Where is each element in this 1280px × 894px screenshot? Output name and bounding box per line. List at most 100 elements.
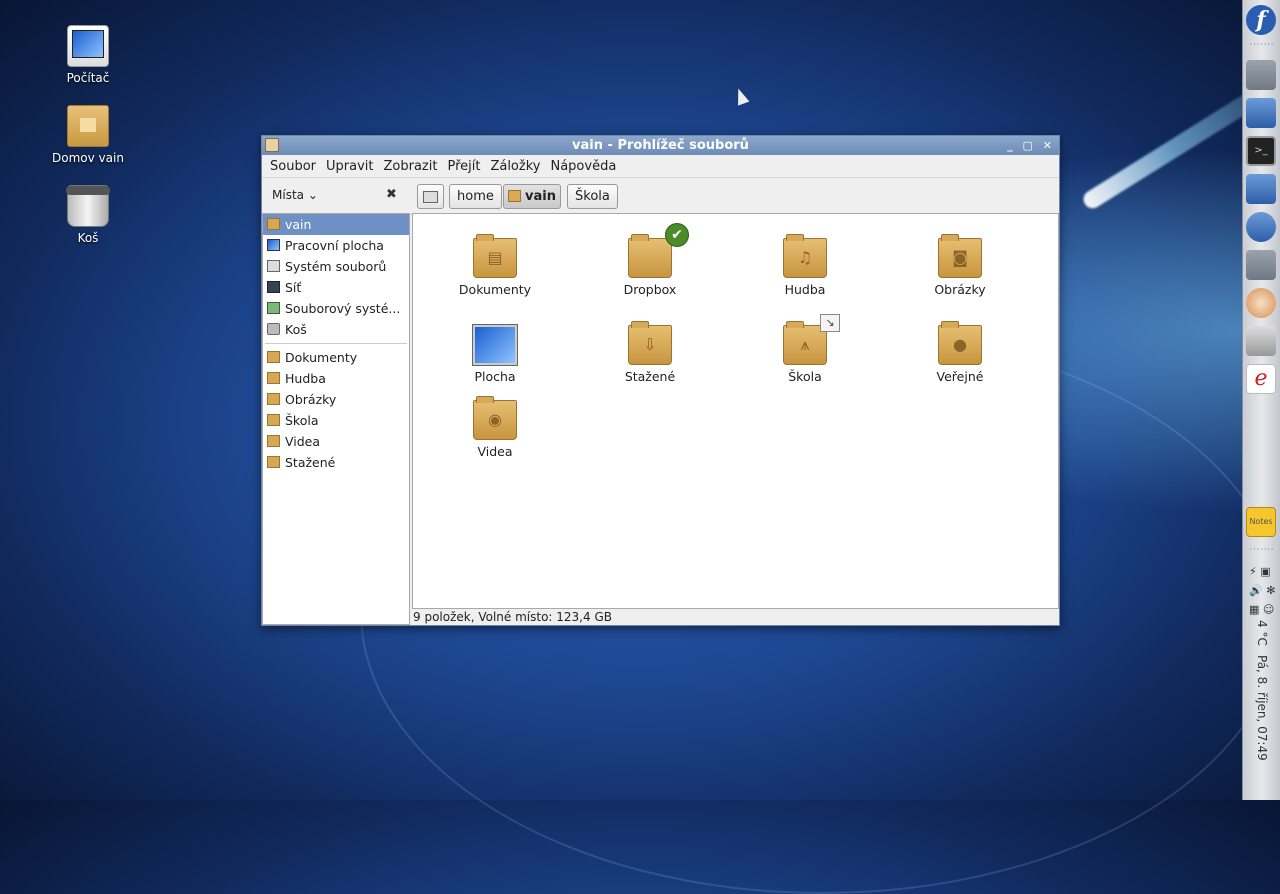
chevron-down-icon: ⌄ [307, 188, 318, 202]
sidebar-item-stazene[interactable]: Stažené [263, 452, 409, 473]
school-folder-icon: ⩚ ↘ [783, 314, 840, 365]
file-name: Škola [788, 369, 822, 384]
file-view[interactable]: ▤ Dokumenty ✔ Dropbox ♫ Hudba ◙ Obrázky … [412, 213, 1059, 609]
file-name: Videa [477, 444, 513, 459]
file-item-videa[interactable]: ◉ Videa [435, 396, 555, 459]
window-controls[interactable]: _ ▢ ✕ [1007, 136, 1055, 155]
sidebar-item-desktop[interactable]: Pracovní plocha [263, 235, 409, 256]
file-item-dokumenty[interactable]: ▤ Dokumenty [435, 234, 555, 297]
panel-handle: ······· [1249, 545, 1275, 554]
email-client-icon[interactable]: e [1246, 364, 1276, 394]
folder-icon [267, 351, 280, 363]
close-sidebar-icon[interactable]: ✖ [386, 187, 397, 202]
sidebar-item-label: Síť [285, 280, 302, 295]
menu-upravit[interactable]: Upravit [321, 159, 378, 174]
sidebar-item-obrazky[interactable]: Obrázky [263, 389, 409, 410]
menu-prejit[interactable]: Přejít [442, 159, 485, 174]
calculator-icon[interactable] [1246, 326, 1276, 356]
sidebar-item-trash[interactable]: Koš [263, 319, 409, 340]
file-name: Dokumenty [458, 282, 532, 297]
public-folder-icon: ● [938, 321, 982, 365]
file-item-plocha[interactable]: Plocha [435, 324, 555, 384]
sidebar-item-network[interactable]: Síť [263, 277, 409, 298]
browser-icon[interactable] [1246, 212, 1276, 242]
sidebar-item-label: Hudba [285, 371, 326, 386]
sidebar-item-label: Videa [285, 434, 321, 449]
folder-icon [267, 435, 280, 447]
text-editor-icon[interactable] [1246, 250, 1276, 280]
sidebar-item-label: Koš [285, 322, 307, 337]
desktop-icon-label: Počítač [66, 71, 110, 85]
file-item-verejne[interactable]: ● Veřejné [900, 321, 1020, 384]
file-name: Hudba [784, 282, 826, 297]
drive-icon [267, 260, 280, 272]
sidebar-item-label: Souborový systé... [285, 301, 401, 316]
clock[interactable]: Pá, 8. říjen, 07:49 [1255, 655, 1269, 761]
sidebar-item-dokumenty[interactable]: Dokumenty [263, 347, 409, 368]
desktop-icon-trash[interactable]: Koš [38, 185, 138, 245]
file-item-obrazky[interactable]: ◙ Obrázky [900, 234, 1020, 297]
dropbox-folder-icon: ✔ [628, 223, 689, 278]
sidebar-item-volume[interactable]: Souborový systé... [263, 298, 409, 319]
weather-temperature[interactable]: 4 °C [1255, 620, 1269, 646]
desktop-icon-label: Domov vain [52, 151, 124, 165]
file-item-hudba[interactable]: ♫ Hudba [745, 234, 865, 297]
window-titlebar[interactable]: vain - Prohlížeč souborů _ ▢ ✕ [262, 136, 1059, 155]
menu-napoveda[interactable]: Nápověda [545, 159, 621, 174]
updates-tray-icon[interactable]: ▦ ☺ [1249, 603, 1274, 616]
sidebar-divider [265, 343, 407, 344]
sidebar-item-skola[interactable]: Škola [263, 410, 409, 431]
document-folder-icon: ▤ [473, 234, 517, 278]
places-dropdown[interactable]: Místa ⌄ [272, 188, 318, 202]
terminal-icon[interactable]: >_ [1246, 136, 1276, 166]
trash-icon [267, 323, 280, 335]
places-sidebar: vain Pracovní plocha Systém souborů Síť … [262, 213, 410, 625]
desktop-icon-label: Koš [77, 231, 99, 245]
menu-soubor[interactable]: Soubor [265, 159, 321, 174]
path-root-button[interactable] [417, 184, 444, 209]
volume-icon [267, 302, 280, 314]
drive-icon [423, 190, 438, 203]
shell-icon[interactable] [1246, 288, 1276, 318]
desktop-icon-computer[interactable]: Počítač [38, 25, 138, 85]
computer-icon [67, 25, 109, 67]
file-item-dropbox[interactable]: ✔ Dropbox [590, 223, 710, 297]
sidebar-item-label: Stažené [285, 455, 336, 470]
path-home-button[interactable]: home [449, 184, 502, 209]
notes-icon[interactable]: Notes [1246, 507, 1276, 537]
trash-icon [66, 185, 110, 227]
desktop-icon-home[interactable]: Domov vain [38, 105, 138, 165]
sidebar-item-label: Dokumenty [285, 350, 358, 365]
file-item-skola[interactable]: ⩚ ↘ Škola [745, 314, 865, 384]
sidebar-item-label: Škola [285, 413, 319, 428]
path-vain-button[interactable]: vain [503, 184, 561, 209]
network-icon [267, 281, 280, 293]
home-folder-icon [67, 105, 109, 147]
home-icon [508, 190, 521, 202]
chat-icon[interactable] [1246, 174, 1276, 204]
path-skola-button[interactable]: Škola [567, 184, 618, 209]
sidebar-item-label: Pracovní plocha [285, 238, 384, 253]
home-icon [267, 218, 280, 230]
music-folder-icon: ♫ [783, 234, 827, 278]
file-item-stazene[interactable]: ⇩ Stažené [590, 321, 710, 384]
folder-icon [267, 414, 280, 426]
sidebar-item-hudba[interactable]: Hudba [263, 368, 409, 389]
sidebar-item-vain[interactable]: vain [263, 214, 409, 235]
media-player-icon[interactable] [1246, 98, 1276, 128]
folder-icon [267, 393, 280, 405]
desktop-icon [267, 239, 280, 251]
menu-zobrazit[interactable]: Zobrazit [378, 159, 442, 174]
sidebar-item-label: Systém souborů [285, 259, 387, 274]
location-toolbar: Místa ⌄ ✖ home vain Škola [262, 178, 1059, 215]
network-tray-icon[interactable]: ⚡ ▣ [1249, 565, 1271, 578]
sidebar-item-videa[interactable]: Videa [263, 431, 409, 452]
path-vain-label: vain [525, 189, 556, 204]
workspace-icon[interactable] [1246, 60, 1276, 90]
menu-zalozky[interactable]: Záložky [485, 159, 545, 174]
sidebar-item-filesystem[interactable]: Systém souborů [263, 256, 409, 277]
fedora-menu-icon[interactable]: f [1246, 5, 1276, 35]
app-icon[interactable] [265, 138, 279, 152]
file-manager-window: vain - Prohlížeč souborů _ ▢ ✕ Soubor Up… [261, 135, 1060, 626]
volume-tray-icon[interactable]: 🔊 ✻ [1249, 584, 1275, 597]
